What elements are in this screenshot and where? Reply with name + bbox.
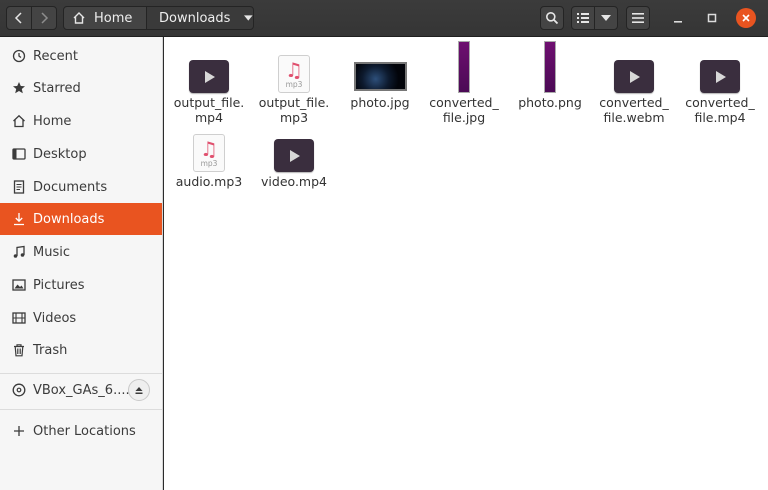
videos-icon xyxy=(12,311,26,325)
play-icon xyxy=(630,70,640,83)
sidebar-item-home[interactable]: Home xyxy=(0,105,162,137)
sidebar-item-label: Home xyxy=(33,113,72,129)
play-icon xyxy=(290,149,300,162)
file-name: video.mp4 xyxy=(261,174,327,189)
sidebar-item-videos[interactable]: Videos xyxy=(0,302,162,334)
file-name: converted_ file.webm xyxy=(599,95,669,125)
disc-icon xyxy=(12,383,26,397)
video-file-icon xyxy=(274,139,314,172)
path-home-button[interactable]: Home xyxy=(63,6,147,30)
image-thumbnail xyxy=(353,62,407,91)
sidebar-item-downloads[interactable]: Downloads xyxy=(0,203,162,235)
download-icon xyxy=(12,212,26,226)
desktop-icon xyxy=(12,147,26,161)
file-name: photo.png xyxy=(518,95,582,110)
video-file-icon xyxy=(614,60,654,93)
sidebar-item-trash[interactable]: Trash xyxy=(0,334,162,366)
view-options-button[interactable] xyxy=(594,6,618,30)
video-file-icon xyxy=(700,60,740,93)
play-icon xyxy=(205,70,215,83)
file-name: converted_ file.jpg xyxy=(429,95,499,125)
home-icon xyxy=(73,12,85,24)
clock-icon xyxy=(12,49,26,63)
music-note-icon: ♫ xyxy=(285,57,303,82)
sidebar-item-starred[interactable]: Starred xyxy=(0,72,162,104)
sidebar-item-label: Pictures xyxy=(33,277,85,293)
sidebar-item-label: Recent xyxy=(33,48,78,64)
play-icon xyxy=(716,70,726,83)
hamburger-icon xyxy=(632,13,644,23)
list-view-icon xyxy=(577,13,589,23)
close-button[interactable] xyxy=(736,8,756,28)
header-bar: Home Downloads xyxy=(0,0,768,37)
list-view-button[interactable] xyxy=(571,6,595,30)
path-downloads-button[interactable]: Downloads xyxy=(146,6,254,30)
chevron-down-icon xyxy=(601,15,611,21)
video-file-icon xyxy=(189,60,229,93)
forward-button[interactable] xyxy=(31,6,57,30)
image-thumbnail xyxy=(458,41,470,93)
path-downloads-label: Downloads xyxy=(159,10,231,26)
menu-button[interactable] xyxy=(626,6,650,30)
file-item[interactable]: converted_ file.jpg xyxy=(423,37,505,125)
sidebar-item-label: Starred xyxy=(33,80,81,96)
chevron-down-icon xyxy=(244,15,253,21)
audio-file-icon: ♫ mp3 xyxy=(193,134,225,172)
sidebar-item-label: Videos xyxy=(33,310,77,326)
file-item[interactable]: converted_ file.mp4 xyxy=(679,37,761,125)
minimize-icon xyxy=(674,21,682,23)
home-icon xyxy=(12,114,26,128)
file-item[interactable]: video.mp4 xyxy=(253,116,335,189)
sidebar-item-label: Documents xyxy=(33,179,108,195)
file-name: converted_ file.mp4 xyxy=(685,95,755,125)
file-item[interactable]: ♫ mp3 audio.mp3 xyxy=(168,116,250,189)
star-icon xyxy=(12,81,26,95)
search-icon xyxy=(546,12,559,25)
sidebar-divider xyxy=(0,409,162,410)
file-type-badge: mp3 xyxy=(285,79,303,89)
minimize-button[interactable] xyxy=(668,8,688,28)
sidebar-item-label: Other Locations xyxy=(33,423,136,439)
sidebar-item-other-locations[interactable]: Other Locations xyxy=(0,415,162,447)
chevron-left-icon xyxy=(14,12,22,24)
file-item[interactable]: photo.png xyxy=(509,37,591,110)
sidebar-item-label: VBox_GAs_6.... xyxy=(33,382,130,398)
file-name: audio.mp3 xyxy=(175,174,243,189)
music-icon xyxy=(12,245,26,259)
chevron-right-icon xyxy=(41,12,49,24)
maximize-button[interactable] xyxy=(702,8,722,28)
music-note-icon: ♫ xyxy=(200,136,218,161)
sidebar-item-desktop[interactable]: Desktop xyxy=(0,138,162,170)
file-item[interactable]: ♫ mp3 output_file. mp3 xyxy=(253,37,335,125)
sidebar-item-label: Music xyxy=(33,244,70,260)
path-home-label: Home xyxy=(94,10,133,26)
close-icon xyxy=(742,14,750,22)
file-item[interactable]: output_file. mp4 xyxy=(168,37,250,125)
back-button[interactable] xyxy=(6,6,32,30)
sidebar: Recent Starred Home Desktop Documents Do… xyxy=(0,37,163,490)
file-type-badge: mp3 xyxy=(200,158,218,168)
search-button[interactable] xyxy=(540,6,564,30)
file-item[interactable]: converted_ file.webm xyxy=(593,37,675,125)
documents-icon xyxy=(12,180,26,194)
sidebar-item-recent[interactable]: Recent xyxy=(0,40,162,72)
file-item[interactable]: photo.jpg xyxy=(339,37,421,110)
image-thumbnail xyxy=(544,41,556,93)
sidebar-item-music[interactable]: Music xyxy=(0,236,162,268)
audio-file-icon: ♫ mp3 xyxy=(278,55,310,93)
sidebar-item-label: Downloads xyxy=(33,211,105,227)
file-name: photo.jpg xyxy=(350,95,410,110)
sidebar-item-pictures[interactable]: Pictures xyxy=(0,269,162,301)
eject-button[interactable] xyxy=(128,379,150,401)
file-grid: output_file. mp4 ♫ mp3 output_file. mp3 … xyxy=(164,37,768,490)
sidebar-item-label: Trash xyxy=(33,342,68,358)
pictures-icon xyxy=(12,278,26,292)
sidebar-item-documents[interactable]: Documents xyxy=(0,171,162,203)
maximize-icon xyxy=(707,13,717,23)
eject-icon xyxy=(135,387,143,394)
plus-icon xyxy=(12,424,26,438)
sidebar-item-label: Desktop xyxy=(33,146,87,162)
trash-icon xyxy=(12,343,26,357)
